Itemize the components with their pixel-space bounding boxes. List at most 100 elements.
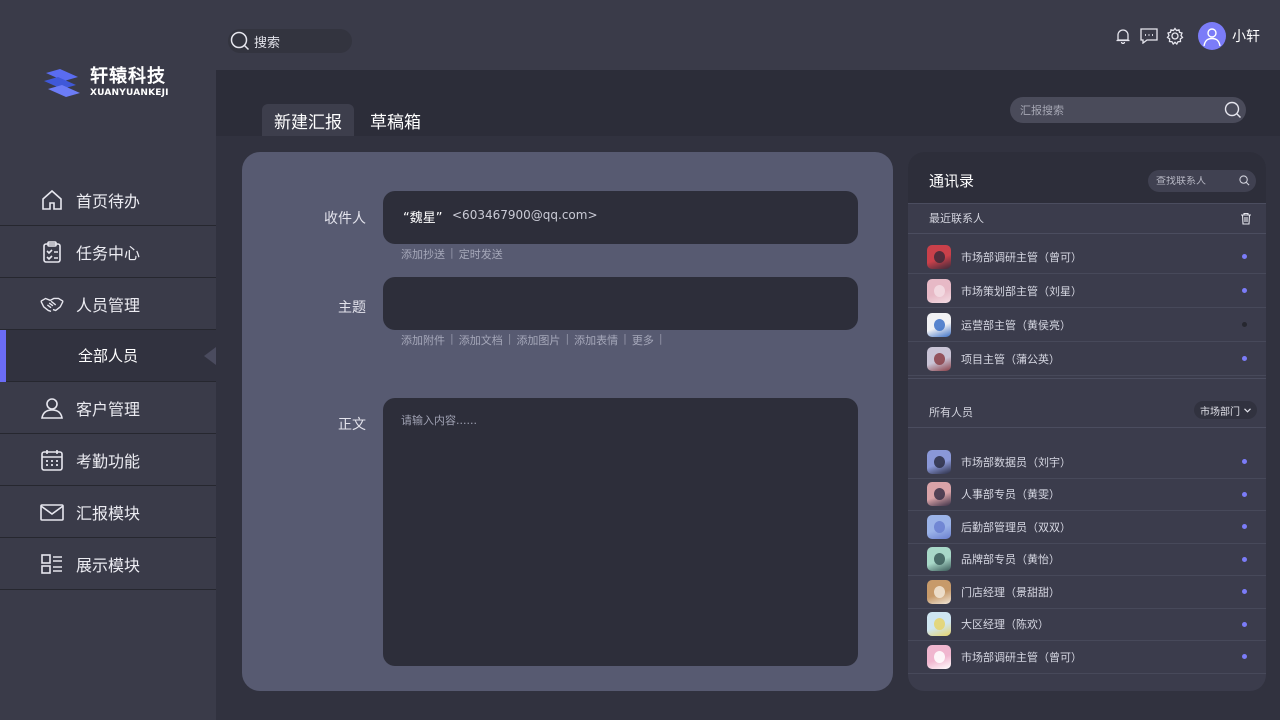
logo-icon	[44, 68, 80, 97]
top-actions: 小轩	[1112, 22, 1260, 50]
add-cc-link[interactable]: 添加抄送	[401, 246, 445, 262]
body-label: 正文	[338, 417, 366, 433]
tab-new-report[interactable]: 新建汇报	[262, 104, 354, 136]
contact-row[interactable]: 项目主管（蒲公英）	[908, 342, 1266, 376]
bell-icon[interactable]	[1112, 25, 1134, 47]
contact-name: 大区经理（陈欢）	[961, 618, 1049, 632]
contact-name: 人事部专员（黄雯）	[961, 488, 1060, 502]
user-name[interactable]: 小轩	[1232, 26, 1260, 46]
sidebar-item-customers[interactable]: 客户管理	[0, 382, 216, 434]
divider	[908, 378, 1266, 379]
tab-drafts[interactable]: 草稿箱	[358, 104, 433, 136]
contact-row[interactable]: 门店经理（景甜甜）	[908, 576, 1266, 609]
status-dot	[1242, 459, 1247, 465]
recipient-field[interactable]: “魏星” <603467900@qq.com>	[383, 191, 858, 244]
add-attachment-link[interactable]: 添加附件	[401, 332, 445, 348]
body-textarea[interactable]: 请输入内容......	[383, 398, 858, 666]
avatar-face	[934, 520, 945, 533]
avatar-face	[934, 618, 945, 631]
search-icon[interactable]	[1224, 101, 1242, 119]
recipient-links: 添加抄送 | 定时发送	[401, 246, 503, 262]
trash-icon[interactable]	[1240, 212, 1252, 225]
contact-row[interactable]: 市场部调研主管（曾可）	[908, 641, 1266, 674]
brand-name-en: XUANYUANKEJI	[90, 88, 169, 98]
recent-contacts-label: 最近联系人	[929, 212, 984, 225]
sidebar-item-tasks[interactable]: 任务中心	[0, 226, 216, 278]
link-separator: |	[507, 332, 512, 345]
sidebar-item-display[interactable]: 展示模块	[0, 538, 216, 590]
link-separator: |	[623, 332, 627, 345]
contact-row[interactable]: 运营部主管（黄侯亮）	[908, 308, 1266, 342]
sidebar-item-personnel[interactable]: 人员管理	[0, 278, 216, 330]
sidebar-subitem-all-personnel[interactable]: 全部人员	[0, 330, 216, 382]
avatar-face	[934, 650, 945, 663]
search-label: 搜索	[254, 35, 281, 51]
add-document-link[interactable]: 添加文档	[459, 332, 503, 348]
contacts-title: 通讯录	[929, 172, 975, 190]
sidebar-subitem-label: 全部人员	[78, 347, 139, 365]
user-icon	[40, 396, 64, 420]
all-personnel-header: 所有人员 市场部门	[908, 398, 1266, 426]
link-separator: |	[450, 332, 454, 345]
divider	[908, 427, 1266, 428]
sidebar-item-home[interactable]: 首页待办	[0, 174, 216, 226]
link-separator: |	[450, 246, 454, 259]
contact-search-input[interactable]	[1156, 175, 1234, 187]
contact-avatar	[927, 482, 951, 507]
scheduled-send-link[interactable]: 定时发送	[459, 246, 503, 262]
contact-avatar	[927, 579, 951, 604]
recent-contacts-header: 最近联系人	[908, 204, 1266, 232]
contact-avatar	[927, 278, 951, 303]
tab-strip: 新建汇报 草稿箱	[216, 70, 1280, 136]
user-avatar-icon	[1203, 28, 1221, 47]
avatar-face	[934, 585, 945, 598]
status-dot	[1242, 556, 1247, 562]
report-search-input[interactable]	[1020, 103, 1210, 117]
department-select-value: 市场部门	[1200, 406, 1240, 418]
message-icon[interactable]	[1138, 25, 1160, 47]
contact-row[interactable]: 大区经理（陈欢）	[908, 609, 1266, 641]
department-select[interactable]: 市场部门	[1194, 401, 1257, 419]
contact-row[interactable]: 后勤部管理员（双双）	[908, 511, 1266, 544]
handshake-icon	[40, 292, 64, 316]
contact-search[interactable]	[1148, 170, 1256, 192]
recipient-name: “魏星”	[403, 211, 443, 226]
avatar-face	[934, 553, 945, 566]
contact-avatar	[927, 644, 951, 669]
sidebar-item-reports[interactable]: 汇报模块	[0, 486, 216, 538]
more-link[interactable]: 更多	[632, 332, 654, 348]
link-separator: |	[565, 332, 570, 345]
status-dot	[1242, 491, 1247, 497]
avatar-face	[934, 318, 945, 331]
status-dot	[1242, 524, 1247, 530]
avatar-face	[934, 488, 945, 501]
status-dot	[1242, 654, 1247, 660]
brand-logo[interactable]: 轩辕科技 XUANYUANKEJI	[42, 66, 169, 99]
contact-row[interactable]: 人事部专员（黄雯）	[908, 479, 1266, 511]
home-icon	[40, 188, 64, 212]
sidebar-item-label: 汇报模块	[76, 503, 141, 523]
avatar-face	[934, 284, 945, 297]
contact-row[interactable]: 市场策划部主管（刘星）	[908, 274, 1266, 308]
contact-name: 项目主管（蒲公英）	[961, 352, 1060, 366]
contact-name: 市场部调研主管（曾可）	[961, 250, 1082, 264]
sidebar-item-attendance[interactable]: 考勤功能	[0, 434, 216, 486]
gear-icon[interactable]	[1164, 25, 1186, 47]
all-personnel-label: 所有人员	[929, 406, 973, 419]
sidebar-item-label: 人员管理	[76, 295, 141, 315]
contact-row[interactable]: 市场部调研主管（曾可）	[908, 240, 1266, 274]
contact-row[interactable]: 品牌部专员（黄怡）	[908, 544, 1266, 576]
contact-avatar	[927, 312, 951, 337]
report-search[interactable]	[1010, 97, 1246, 123]
global-search[interactable]: 搜索	[228, 29, 352, 53]
add-image-link[interactable]: 添加图片	[516, 332, 560, 348]
subject-links: 添加附件 | 添加文档 | 添加图片 | 添加表情 | 更多 |	[401, 332, 668, 348]
sidebar-item-label: 考勤功能	[76, 451, 141, 471]
search-icon[interactable]	[1239, 175, 1250, 186]
status-dot	[1242, 288, 1247, 293]
contact-name: 运营部主管（黄侯亮）	[961, 318, 1071, 332]
contact-row[interactable]: 市场部数据员（刘宇）	[908, 446, 1266, 479]
subject-field[interactable]	[383, 277, 858, 330]
add-emoji-link[interactable]: 添加表情	[574, 332, 618, 348]
avatar[interactable]	[1198, 22, 1226, 50]
